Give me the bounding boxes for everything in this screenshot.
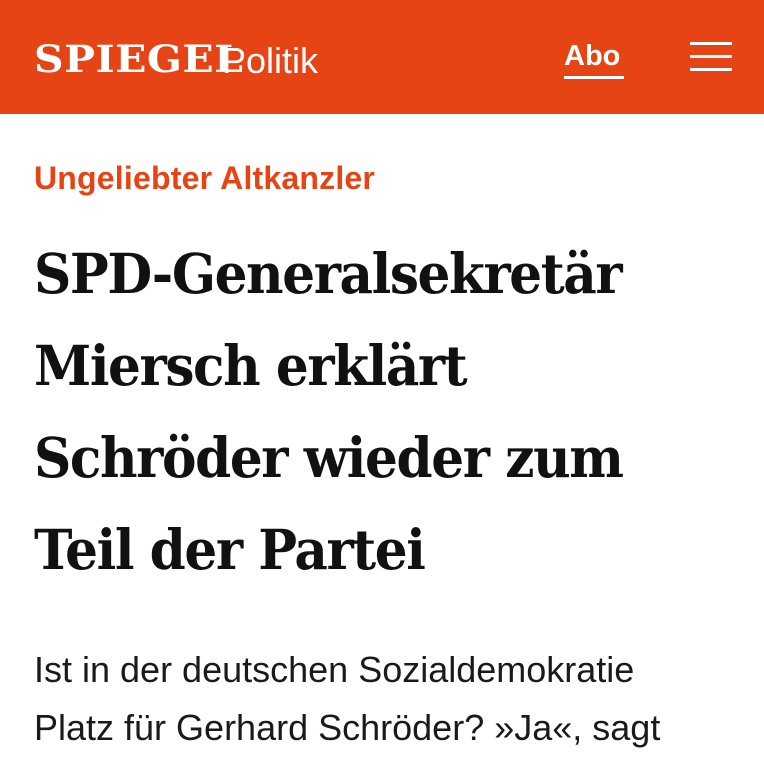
section-title[interactable]: Politik [222, 40, 318, 82]
article-headline[interactable]: SPD-Generalsekretär Miersch erklärt Schr… [34, 228, 692, 596]
menu-line [690, 68, 732, 71]
article-teaser: Ist in der deutschen Sozialdemokratie Pl… [34, 649, 661, 748]
site-header: SPIEGEL Politik Abo [0, 0, 764, 114]
abo-link[interactable]: Abo [564, 38, 620, 74]
spiegel-logo[interactable]: SPIEGEL [34, 38, 243, 80]
menu-line [690, 55, 732, 58]
menu-line [690, 42, 732, 45]
hamburger-menu-icon[interactable] [690, 40, 732, 74]
article-kicker: Ungeliebter Altkanzler [34, 160, 376, 196]
abo-underline [564, 76, 624, 79]
